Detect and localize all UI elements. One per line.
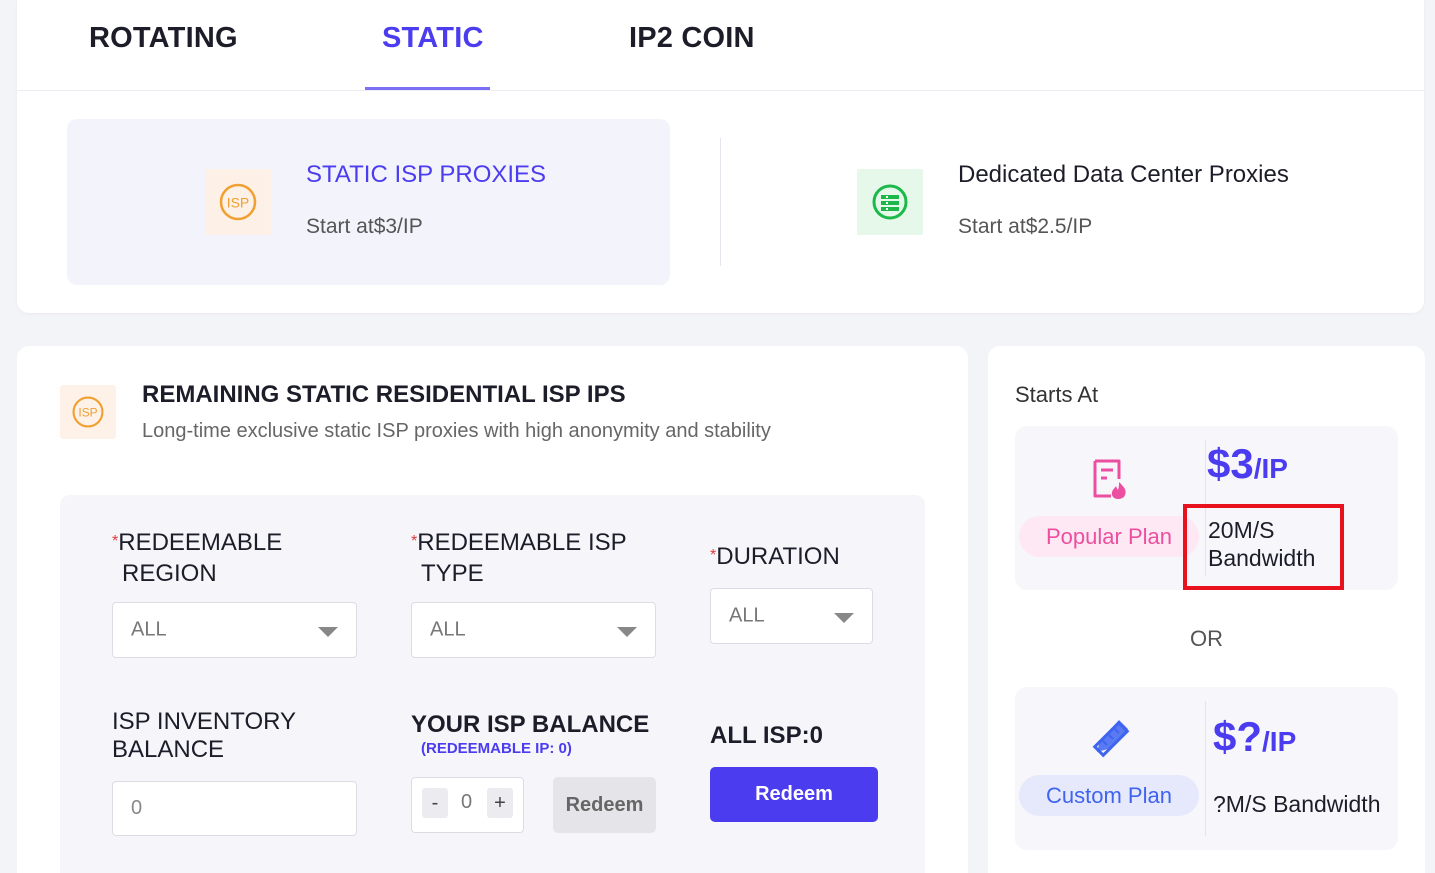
product-price: Start at$2.5/IP (958, 215, 1093, 238)
product-dedicated-datacenter-proxies[interactable]: Dedicated Data Center Proxies Start at$2… (757, 119, 1360, 285)
popular-plan-pill[interactable]: Popular Plan (1019, 516, 1199, 557)
inventory-label: ISP INVENTORY BALANCE (112, 708, 297, 763)
isp-icon: ISP (60, 385, 116, 439)
all-isp-label: ALL ISP:0 (710, 722, 823, 749)
redeemable-ip-count: (REDEEMABLE IP: 0) (421, 740, 572, 757)
section-description: Long-time exclusive static ISP proxies w… (142, 420, 771, 442)
product-static-isp-proxies[interactable]: ISP STATIC ISP PROXIES Start at$3/IP (67, 119, 670, 285)
tab-ip2-coin[interactable]: IP2 COIN (629, 22, 755, 55)
bandwidth-highlight-box (1183, 504, 1344, 590)
section-title: REMAINING STATIC RESIDENTIAL ISP IPS (142, 381, 626, 408)
duration-select[interactable]: ALL (710, 588, 873, 644)
decrement-button[interactable]: - (422, 788, 448, 818)
redeem-balance-button[interactable]: Redeem (553, 777, 656, 833)
region-label: *REDEEMABLE REGION (112, 529, 283, 587)
redeem-button[interactable]: Redeem (710, 767, 878, 822)
balance-label: YOUR ISP BALANCE (411, 711, 650, 738)
custom-plan-box[interactable]: Custom Plan $?/IP ?M/S Bandwidth (1015, 687, 1398, 850)
custom-plan-price: $?/IP (1213, 713, 1297, 760)
isp-type-label: *REDEEMABLE ISP TYPE (411, 529, 627, 587)
starts-at-label: Starts At (1015, 382, 1099, 407)
pencil-ruler-icon (1089, 717, 1133, 764)
duration-label: *DURATION (710, 543, 840, 570)
inventory-balance-field[interactable]: 0 (112, 781, 357, 836)
server-icon (857, 169, 923, 235)
chevron-down-icon (318, 627, 338, 637)
increment-button[interactable]: + (487, 788, 513, 818)
product-divider (720, 138, 721, 266)
isp-type-select[interactable]: ALL (411, 602, 656, 658)
quantity-value: 0 (461, 791, 473, 813)
plan-divider (1205, 701, 1206, 836)
active-tab-indicator (365, 87, 490, 90)
popular-plan-price: $3/IP (1207, 440, 1288, 487)
proxy-type-tabs: ROTATING STATIC IP2 COIN (17, 0, 1424, 91)
svg-text:ISP: ISP (78, 406, 97, 420)
product-price: Start at$3/IP (306, 215, 423, 238)
product-title: STATIC ISP PROXIES (306, 161, 547, 188)
custom-plan-bandwidth: ?M/S Bandwidth (1213, 791, 1381, 817)
document-fire-icon (1091, 458, 1129, 505)
svg-text:ISP: ISP (227, 195, 250, 211)
region-select[interactable]: ALL (112, 602, 357, 658)
pricing-card: Starts At Popular Plan $3/IP 20M/S Bandwi… (988, 346, 1425, 873)
chevron-down-icon (617, 627, 637, 637)
tab-static[interactable]: STATIC (382, 22, 484, 55)
chevron-down-icon (834, 613, 854, 623)
isp-icon: ISP (205, 169, 271, 235)
tab-rotating[interactable]: ROTATING (89, 22, 238, 55)
product-title: Dedicated Data Center Proxies (958, 161, 1289, 188)
isp-redeem-card: ISP REMAINING STATIC RESIDENTIAL ISP IPS… (17, 346, 968, 873)
custom-plan-pill[interactable]: Custom Plan (1019, 775, 1199, 816)
redeem-form: *REDEEMABLE REGION ALL *REDEEMABLE ISP TYP… (60, 495, 925, 873)
product-selector-card: ROTATING STATIC IP2 COIN ISP STATIC ISP … (17, 0, 1424, 313)
quantity-stepper[interactable]: - 0 + (411, 777, 524, 833)
or-separator: OR (1190, 626, 1223, 651)
